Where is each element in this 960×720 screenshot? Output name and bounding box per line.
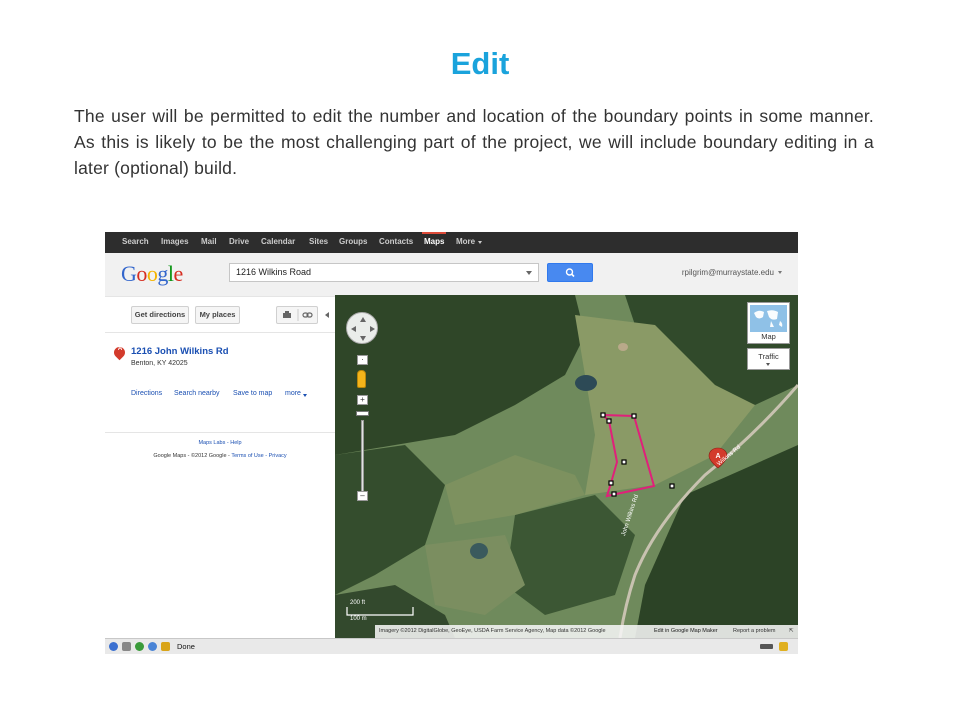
print-icon[interactable] — [283, 311, 291, 318]
divider — [105, 332, 335, 333]
zoom-slider-thumb[interactable] — [356, 411, 369, 416]
gbar-contacts[interactable]: Contacts — [379, 237, 413, 246]
terms-link[interactable]: Terms of Use - Privacy — [231, 453, 286, 459]
user-email[interactable]: rpilgrim@murraystate.edu — [682, 268, 774, 277]
search-nearby-link[interactable]: Search nearby — [174, 390, 220, 397]
maps-screenshot: Search Images Mail Drive Calendar Sites … — [105, 232, 798, 654]
report-problem-link[interactable]: Report a problem — [733, 628, 776, 634]
resize-icon[interactable]: ⇱ — [789, 628, 794, 634]
gbar-mail[interactable]: Mail — [201, 237, 217, 246]
divider — [105, 432, 335, 433]
google-bar: Search Images Mail Drive Calendar Sites … — [105, 232, 798, 253]
pegman-icon[interactable] — [357, 370, 366, 388]
place-name-link[interactable]: 1216 John Wilkins Rd — [131, 346, 229, 357]
footer-links[interactable]: Maps Labs - Help — [105, 440, 335, 446]
gbar-groups[interactable]: Groups — [339, 237, 367, 246]
map-type-label: Map — [761, 332, 776, 341]
gbar-sites[interactable]: Sites — [309, 237, 328, 246]
directions-link[interactable]: Directions — [131, 390, 162, 397]
world-map-thumbnail-icon — [750, 305, 787, 332]
more-link[interactable]: more — [285, 390, 301, 397]
maps-header: Google 1216 Wilkins Road rpilgrim@murray… — [105, 253, 798, 297]
pan-control[interactable] — [346, 312, 378, 344]
left-panel: Get directions My places A 1216 John Wil… — [105, 298, 335, 638]
search-icon — [565, 268, 575, 278]
status-text: Done — [177, 642, 195, 651]
lock-icon — [779, 642, 788, 651]
addon-icon[interactable] — [135, 642, 144, 651]
collapse-panel-icon[interactable] — [325, 312, 329, 318]
scale-meters: 100 m — [350, 616, 367, 622]
search-button[interactable] — [547, 263, 593, 282]
satellite-map[interactable]: A Wilkins Rd John Wilkins Rd · + – Map T… — [335, 295, 798, 638]
satellite-imagery: A — [335, 295, 798, 638]
slide-body-text: The user will be permitted to edit the n… — [74, 106, 874, 178]
zoom-in-small-button[interactable]: · — [357, 355, 368, 365]
mail-icon[interactable] — [122, 642, 131, 651]
chat-icon[interactable] — [148, 642, 157, 651]
map-type-control[interactable]: Map — [747, 302, 790, 344]
folder-icon[interactable] — [161, 642, 170, 651]
zoom-out-button[interactable]: – — [357, 491, 368, 501]
imagery-attribution: Imagery ©2012 DigitalGlobe, GeoEye, USDA… — [379, 628, 606, 634]
gbar-search[interactable]: Search — [122, 237, 149, 246]
battery-icon — [760, 644, 773, 649]
get-directions-button[interactable]: Get directions — [131, 306, 189, 324]
chevron-down-icon — [478, 241, 482, 244]
browser-icon[interactable] — [109, 642, 118, 651]
chevron-down-icon[interactable] — [526, 271, 532, 275]
traffic-control[interactable]: Traffic — [747, 348, 790, 370]
gbar-maps[interactable]: Maps — [421, 232, 447, 246]
print-link-toolbar — [276, 306, 318, 324]
save-to-map-link[interactable]: Save to map — [233, 390, 272, 397]
place-address: Benton, KY 42025 — [131, 360, 188, 367]
search-input[interactable]: 1216 Wilkins Road — [229, 263, 539, 282]
my-places-button[interactable]: My places — [195, 306, 240, 324]
chevron-down-icon — [303, 394, 307, 397]
traffic-label: Traffic — [758, 352, 779, 361]
footer-copyright: Google Maps - ©2012 Google - Terms of Us… — [153, 453, 287, 459]
gbar-images[interactable]: Images — [161, 237, 189, 246]
scale-feet: 200 ft — [350, 600, 366, 606]
pin-letter: A — [117, 346, 123, 352]
pan-arrows-icon — [351, 317, 375, 341]
edit-in-map-maker-link[interactable]: Edit in Google Map Maker — [654, 628, 718, 634]
browser-status-bar: Done — [105, 638, 798, 654]
search-value: 1216 Wilkins Road — [236, 267, 312, 277]
gbar-drive[interactable]: Drive — [229, 237, 249, 246]
zoom-slider-track[interactable] — [361, 420, 364, 500]
chevron-down-icon[interactable] — [778, 271, 782, 274]
gbar-calendar[interactable]: Calendar — [261, 237, 295, 246]
gbar-more[interactable]: More — [456, 237, 475, 246]
chevron-down-icon — [766, 363, 770, 366]
slide-title: Edit — [450, 46, 510, 81]
zoom-in-button[interactable]: + — [357, 395, 368, 405]
link-icon[interactable] — [302, 312, 313, 318]
google-logo[interactable]: Google — [121, 261, 183, 287]
map-attribution-bar: Imagery ©2012 DigitalGlobe, GeoEye, USDA… — [375, 625, 798, 638]
